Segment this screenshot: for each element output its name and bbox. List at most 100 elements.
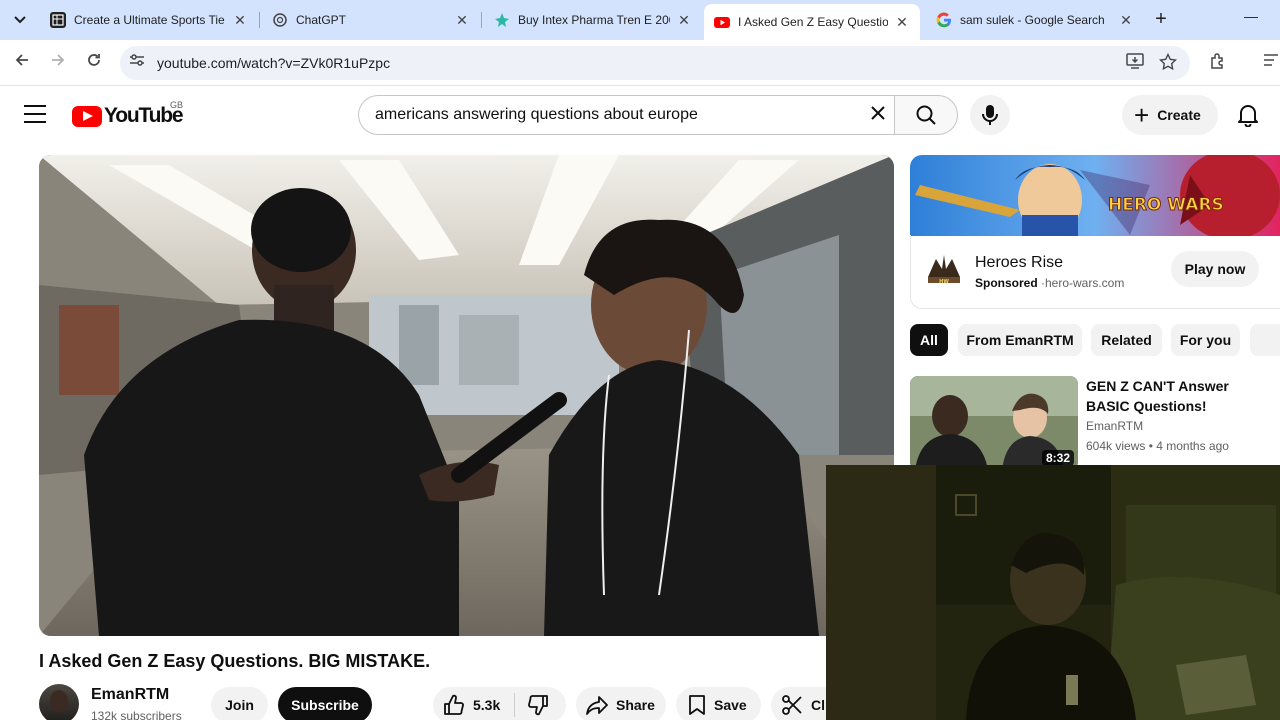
video-player[interactable] xyxy=(39,155,894,636)
arrow-right-icon xyxy=(52,54,65,66)
webcam-feed xyxy=(826,465,1280,720)
save-button[interactable]: Save xyxy=(676,687,761,720)
chip-label: All xyxy=(920,332,938,348)
tab-divider xyxy=(481,12,482,28)
play-now-label: Play now xyxy=(1184,261,1246,277)
chip-label: From EmanRTM xyxy=(966,332,1074,348)
chip-label: Related xyxy=(1101,332,1152,348)
svg-text:HW: HW xyxy=(939,279,949,285)
plus-icon: + xyxy=(1134,100,1150,130)
tab-title: I Asked Gen Z Easy Question xyxy=(738,15,888,29)
tab-google-search[interactable]: sam sulek - Google Search ✕ xyxy=(926,0,1144,40)
join-button[interactable]: Join xyxy=(211,687,268,720)
chip-related[interactable]: Related xyxy=(1091,324,1162,356)
forward-button[interactable] xyxy=(46,51,70,75)
region-code: GB xyxy=(170,100,184,110)
close-tab-icon[interactable]: ✕ xyxy=(676,12,692,29)
tab-search-button[interactable] xyxy=(8,8,32,32)
dislike-button[interactable] xyxy=(527,694,549,716)
play-now-button[interactable]: Play now xyxy=(1171,251,1259,287)
ad-banner-image: HERO WARS xyxy=(910,155,1280,236)
chip-for-you[interactable]: For you xyxy=(1171,324,1240,356)
like-count: 5.3k xyxy=(473,697,501,713)
sheets-icon xyxy=(50,12,66,28)
hero-wars-logo-icon: HW xyxy=(924,253,964,287)
create-label: Create xyxy=(1157,107,1201,123)
new-tab-button[interactable]: + xyxy=(1150,9,1172,31)
search-input[interactable]: americans answering questions about euro… xyxy=(358,95,895,135)
chevron-down-icon xyxy=(14,16,26,24)
subscriber-count: 132k subscribers xyxy=(91,709,182,720)
ad-title[interactable]: Heroes Rise xyxy=(975,254,1063,272)
save-label: Save xyxy=(714,697,747,713)
tab-chatgpt[interactable]: ChatGPT ✕ xyxy=(262,0,480,40)
recommended-video-meta: 604k views • 4 months ago xyxy=(1086,439,1229,453)
tab-title: Buy Intex Pharma Tren E 200 xyxy=(518,13,670,27)
search-query-text: americans answering questions about euro… xyxy=(375,106,698,123)
chip-more[interactable] xyxy=(1250,324,1280,356)
close-tab-icon[interactable]: ✕ xyxy=(894,14,910,31)
ad-banner[interactable]: HERO WARS xyxy=(910,155,1280,236)
scissors-icon xyxy=(781,694,803,716)
install-app-icon[interactable] xyxy=(1125,53,1145,73)
tab-youtube-active[interactable]: I Asked Gen Z Easy Question ✕ xyxy=(704,4,920,40)
extensions-icon[interactable] xyxy=(1207,52,1229,74)
thumbs-up-icon xyxy=(444,694,464,715)
chip-all[interactable]: All xyxy=(910,324,948,356)
youtube-play-icon xyxy=(72,105,102,127)
tab-title: Create a Ultimate Sports Tie xyxy=(74,13,225,27)
youtube-header: YouTube GB americans answering questions… xyxy=(0,87,1280,143)
notifications-button[interactable] xyxy=(1228,95,1268,135)
tab-divider xyxy=(259,12,260,28)
address-bar[interactable]: youtube.com/watch?v=ZVk0R1uPzpc xyxy=(120,46,1190,80)
guide-menu-icon[interactable] xyxy=(24,105,46,123)
search-button[interactable] xyxy=(894,95,958,135)
minimize-window-button[interactable]: — xyxy=(1240,8,1262,30)
subscribe-button[interactable]: Subscribe xyxy=(278,687,372,720)
arrow-left-icon xyxy=(15,54,28,66)
tab-title: ChatGPT xyxy=(296,13,347,27)
tab-strip: Create a Ultimate Sports Tie ✕ ChatGPT ✕… xyxy=(0,0,1280,40)
join-label: Join xyxy=(225,697,254,713)
recommended-video-thumbnail[interactable]: 8:32 xyxy=(910,376,1078,470)
back-button[interactable] xyxy=(10,51,34,75)
bell-icon xyxy=(1238,105,1258,127)
recommended-video-title[interactable]: GEN Z CAN'T Answer BASIC Questions! xyxy=(1086,376,1276,416)
browser-window: Create a Ultimate Sports Tie ✕ ChatGPT ✕… xyxy=(0,0,1280,720)
like-button[interactable] xyxy=(443,694,465,716)
microphone-icon xyxy=(982,105,998,125)
ad-banner-logo: HERO WARS xyxy=(1108,195,1224,215)
site-info-icon[interactable] xyxy=(126,52,148,74)
tab-sports[interactable]: Create a Ultimate Sports Tie ✕ xyxy=(40,0,258,40)
google-icon xyxy=(936,12,952,28)
thumbs-down-icon xyxy=(528,695,549,716)
bookmark-star-icon[interactable] xyxy=(1158,52,1178,73)
youtube-logo[interactable]: YouTube xyxy=(72,104,184,128)
create-button[interactable]: + Create xyxy=(1122,95,1218,135)
tab-pharma[interactable]: Buy Intex Pharma Tren E 200 ✕ xyxy=(484,0,702,40)
voice-search-button[interactable] xyxy=(970,95,1010,135)
reading-list-icon[interactable] xyxy=(1260,52,1280,74)
close-tab-icon[interactable]: ✕ xyxy=(1118,12,1134,29)
channel-name[interactable]: EmanRTM xyxy=(91,686,169,704)
reload-icon xyxy=(88,54,100,66)
video-frame xyxy=(39,155,894,636)
sponsored-label: Sponsored · xyxy=(975,276,1046,290)
chatgpt-icon xyxy=(272,12,288,28)
video-duration: 8:32 xyxy=(1041,450,1074,466)
channel-avatar[interactable] xyxy=(39,684,79,720)
clear-search-icon[interactable] xyxy=(865,102,891,128)
ad-site: hero-wars.com xyxy=(1045,276,1125,290)
reload-button[interactable] xyxy=(82,51,106,75)
close-tab-icon[interactable]: ✕ xyxy=(454,12,470,29)
share-icon xyxy=(586,695,608,715)
recommended-video-channel[interactable]: EmanRTM xyxy=(1086,419,1143,433)
pharma-icon xyxy=(494,12,510,28)
save-playlist-icon xyxy=(688,694,706,716)
tab-title: sam sulek - Google Search xyxy=(960,13,1105,27)
browser-toolbar: youtube.com/watch?v=ZVk0R1uPzpc xyxy=(0,40,1280,86)
chip-from-channel[interactable]: From EmanRTM xyxy=(958,324,1082,356)
share-button[interactable]: Share xyxy=(576,687,666,720)
webcam-overlay xyxy=(826,465,1280,720)
close-tab-icon[interactable]: ✕ xyxy=(232,12,248,29)
